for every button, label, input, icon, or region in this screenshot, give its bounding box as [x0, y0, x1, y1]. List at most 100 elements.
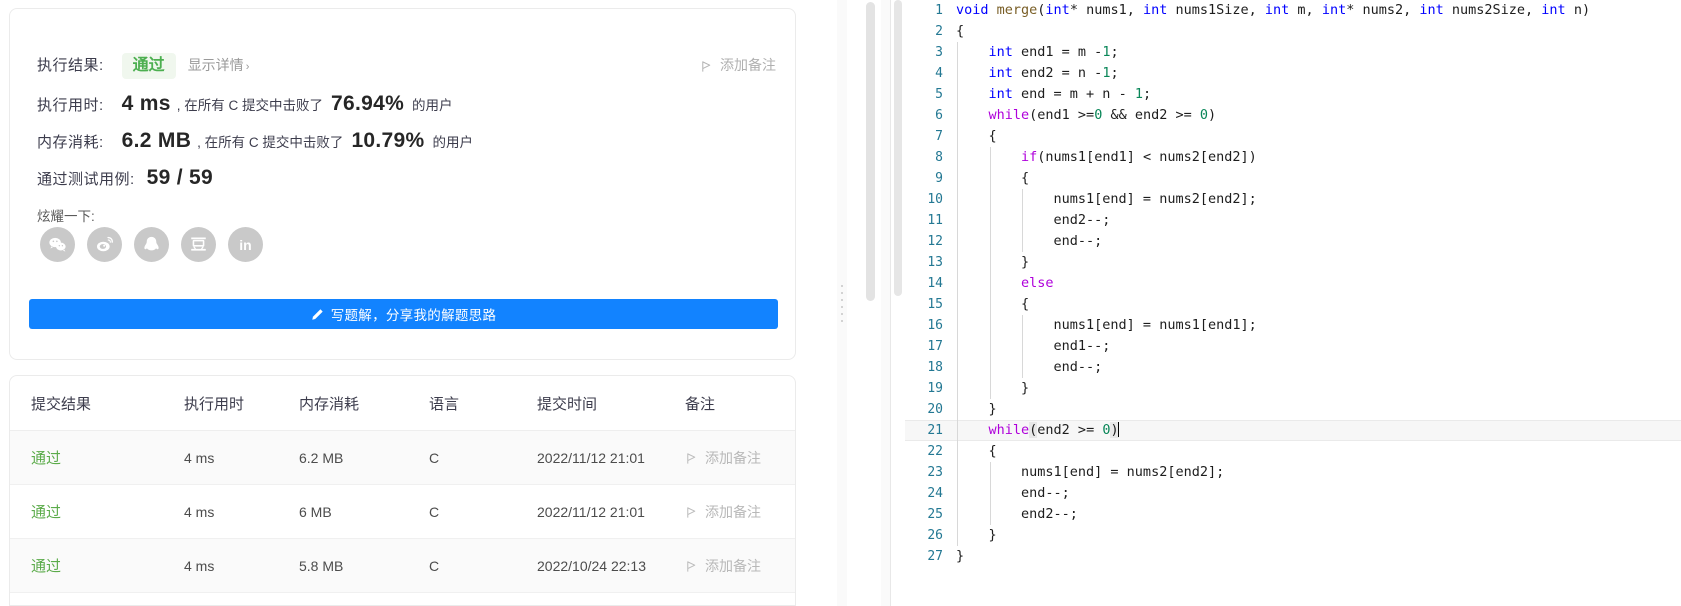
- add-note-label-top: 添加备注: [720, 57, 776, 73]
- flag-icon: [685, 506, 698, 519]
- wechat-icon[interactable]: [40, 227, 75, 262]
- show-detail-label: 显示详情: [187, 57, 244, 73]
- code-line[interactable]: 24 end--;: [905, 483, 1681, 504]
- code-line[interactable]: 3 int end1 = m -1;: [905, 42, 1681, 63]
- line-number: 15: [927, 297, 943, 312]
- column-header-memory[interactable]: 内存消耗: [299, 376, 429, 431]
- row-add-note-button[interactable]: 添加备注: [685, 448, 795, 468]
- column-header-status[interactable]: 提交结果: [10, 376, 184, 431]
- code-content[interactable]: 1 void merge(int* nums1, int nums1Size, i…: [905, 0, 1681, 606]
- row-add-note-button[interactable]: 添加备注: [685, 502, 795, 522]
- runtime-label: 执行用时:: [37, 97, 104, 114]
- row-status[interactable]: 通过: [31, 504, 61, 521]
- code-line-text: else: [956, 273, 1681, 294]
- code-line[interactable]: 20 }: [905, 399, 1681, 420]
- code-line[interactable]: 5 int end = m + n - 1;: [905, 84, 1681, 105]
- write-solution-button[interactable]: 写题解，分享我的解题思路: [29, 299, 778, 329]
- indent-guide: [957, 525, 958, 546]
- code-line-text: if(nums1[end1] < nums2[end2]): [956, 147, 1681, 168]
- column-header-runtime[interactable]: 执行用时: [184, 376, 299, 431]
- code-line-text: end2--;: [956, 210, 1681, 231]
- code-line[interactable]: 17 end1--;: [905, 336, 1681, 357]
- line-number: 3: [935, 45, 943, 60]
- table-header: 提交结果 执行用时 内存消耗 语言 提交时间 备注: [10, 376, 795, 431]
- column-header-language[interactable]: 语言: [429, 376, 537, 431]
- line-number: 12: [927, 234, 943, 249]
- code-line[interactable]: 15 {: [905, 294, 1681, 315]
- row-language: C: [429, 484, 537, 539]
- indent-guide: [1022, 315, 1024, 336]
- indent-guide: [957, 462, 958, 483]
- row-memory: 5.8 MB: [299, 538, 429, 593]
- table-row[interactable]: 通过 4 ms 5.8 MB C 2022/10/24 22:13 添加备注: [10, 538, 795, 593]
- code-line[interactable]: 8 if(nums1[end1] < nums2[end2]): [905, 147, 1681, 168]
- row-time: 2022/11/12 21:01: [537, 430, 685, 485]
- qq-icon[interactable]: [134, 227, 169, 262]
- line-number: 22: [927, 444, 943, 459]
- code-line[interactable]: 21 while(end2 >= 0): [905, 420, 1681, 441]
- code-line[interactable]: 25 end2--;: [905, 504, 1681, 525]
- left-pane-scrollbar-thumb[interactable]: [866, 2, 875, 301]
- code-line[interactable]: 10 nums1[end] = nums2[end2];: [905, 189, 1681, 210]
- indent-guide: [1022, 231, 1024, 252]
- submission-result-page: 执行结果: 通过 显示详情 › 添加备注 执行用时: 4 ms , 在所有 C 提…: [0, 0, 1681, 606]
- table-row[interactable]: 通过 4 ms 6 MB C 2022/11/12 21:01 添加备注: [10, 484, 795, 539]
- indent-guide: [957, 420, 958, 441]
- indent-guide: [957, 105, 958, 126]
- code-line-text: int end1 = m -1;: [956, 42, 1681, 63]
- line-number: 16: [927, 318, 943, 333]
- row-status[interactable]: 通过: [31, 450, 61, 467]
- code-line[interactable]: 27}: [905, 546, 1681, 567]
- code-line[interactable]: 1 void merge(int* nums1, int nums1Size, i…: [905, 0, 1681, 21]
- flag-icon: [685, 452, 698, 465]
- code-line[interactable]: 7 {: [905, 126, 1681, 147]
- code-line[interactable]: 19 }: [905, 378, 1681, 399]
- column-header-time[interactable]: 提交时间: [537, 376, 685, 431]
- memory-row: 内存消耗: 6.2 MB , 在所有 C 提交中击败了 10.79% 的用户: [37, 129, 473, 153]
- code-line[interactable]: 4 int end2 = n -1;: [905, 63, 1681, 84]
- line-number: 27: [927, 549, 943, 564]
- code-line[interactable]: 23 nums1[end] = nums2[end2];: [905, 462, 1681, 483]
- line-number: 19: [927, 381, 943, 396]
- linkedin-icon[interactable]: in: [228, 227, 263, 262]
- linkedin-label: in: [239, 236, 252, 253]
- memory-percent: 10.79%: [351, 129, 425, 152]
- table-row[interactable]: 通过 4 ms 6.2 MB C 2022/11/12 21:01 添加备注: [10, 430, 795, 485]
- runtime-value: 4 ms: [121, 92, 171, 115]
- code-line[interactable]: 22 {: [905, 441, 1681, 462]
- code-line[interactable]: 14 else: [905, 273, 1681, 294]
- code-line[interactable]: 16 nums1[end] = nums1[end1];: [905, 315, 1681, 336]
- left-pane: 执行结果: 通过 显示详情 › 添加备注 执行用时: 4 ms , 在所有 C 提…: [0, 0, 891, 606]
- code-line[interactable]: 2{: [905, 21, 1681, 42]
- weibo-icon[interactable]: [87, 227, 122, 262]
- code-line[interactable]: 6 while(end1 >=0 && end2 >= 0): [905, 105, 1681, 126]
- row-memory: 6 MB: [299, 484, 429, 539]
- line-number: 8: [935, 150, 943, 165]
- show-detail-link[interactable]: 显示详情 ›: [188, 55, 250, 75]
- editor-scrollbar-thumb[interactable]: [894, 0, 902, 296]
- add-note-button-top[interactable]: 添加备注: [700, 55, 776, 75]
- code-line[interactable]: 18 end--;: [905, 357, 1681, 378]
- code-line-text: nums1[end] = nums1[end1];: [956, 315, 1681, 336]
- douban-icon[interactable]: [181, 227, 216, 262]
- runtime-row: 执行用时: 4 ms , 在所有 C 提交中击败了 76.94% 的用户: [37, 92, 453, 116]
- column-header-note[interactable]: 备注: [685, 376, 795, 431]
- line-number: 7: [935, 129, 943, 144]
- row-add-note-label: 添加备注: [705, 449, 761, 466]
- code-line[interactable]: 26 }: [905, 525, 1681, 546]
- memory-suffix: 的用户: [432, 135, 473, 150]
- code-line[interactable]: 12 end--;: [905, 231, 1681, 252]
- code-line-text: nums1[end] = nums2[end2];: [956, 189, 1681, 210]
- row-runtime: 4 ms: [184, 430, 299, 485]
- code-line[interactable]: 13 }: [905, 252, 1681, 273]
- code-line[interactable]: 9 {: [905, 168, 1681, 189]
- pane-splitter[interactable]: [837, 0, 847, 606]
- row-add-note-button[interactable]: 添加备注: [685, 556, 795, 576]
- left-pane-scrollbar-track[interactable]: [866, 0, 878, 606]
- row-status[interactable]: 通过: [31, 558, 61, 575]
- line-number: 20: [927, 402, 943, 417]
- editor-scrollbar-track[interactable]: [891, 0, 905, 606]
- indent-guide: [989, 273, 991, 294]
- code-line[interactable]: 11 end2--;: [905, 210, 1681, 231]
- indent-guide: [989, 294, 991, 315]
